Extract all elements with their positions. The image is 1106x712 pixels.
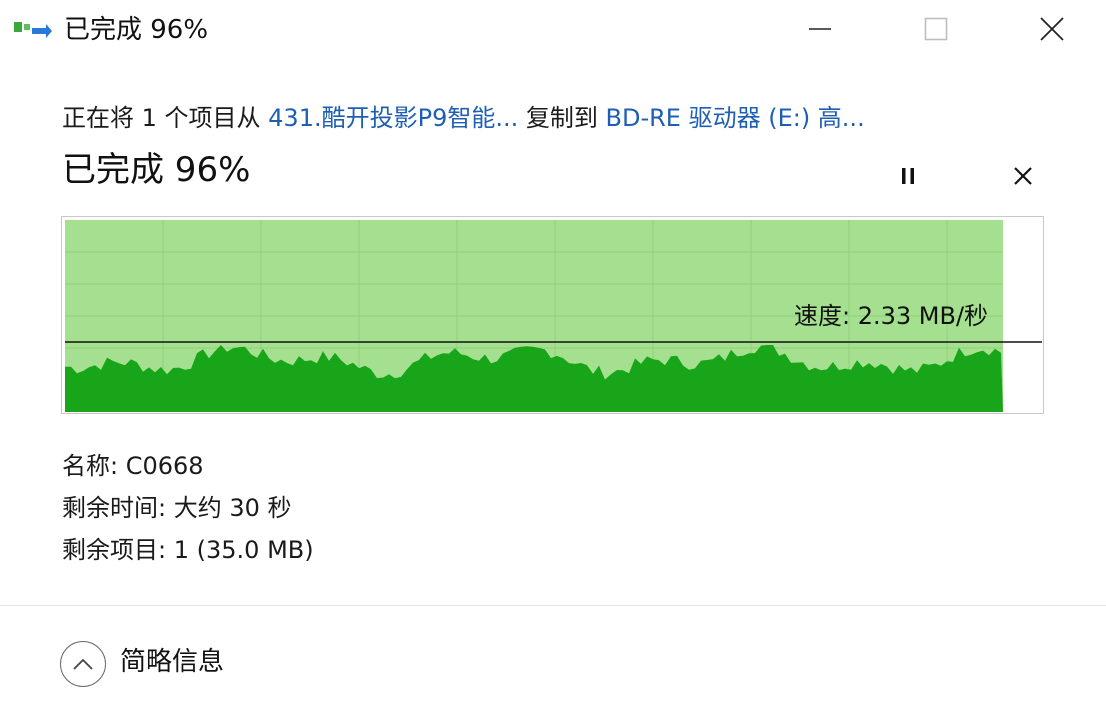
cancel-button[interactable] xyxy=(1005,158,1041,194)
speed-label: 速度: 2.33 MB/秒 xyxy=(794,302,989,330)
file-copy-icon xyxy=(14,22,52,38)
destination-link[interactable]: BD-RE 驱动器 (E:) 高... xyxy=(606,104,865,132)
window-title: 已完成 96% xyxy=(64,15,209,45)
collapse-details-button[interactable] xyxy=(60,641,106,687)
items-remaining-row: 剩余项目: 1 (35.0 MB) xyxy=(62,530,314,570)
minimize-icon xyxy=(809,28,831,30)
time-remaining-row: 剩余时间: 大约 30 秒 xyxy=(62,488,292,528)
pause-button[interactable] xyxy=(890,158,926,194)
minimize-button[interactable] xyxy=(792,6,848,52)
time-remaining-label: 剩余时间: xyxy=(62,494,167,522)
title-bar: 已完成 96% xyxy=(0,0,1106,60)
maximize-button[interactable] xyxy=(908,6,964,52)
file-name-value: C0668 xyxy=(125,452,204,480)
source-link[interactable]: 431.酷开投影P9智能... xyxy=(268,104,518,132)
close-icon xyxy=(1040,17,1064,41)
file-name-row: 名称: C0668 xyxy=(62,446,204,486)
maximize-icon xyxy=(924,17,948,41)
items-remaining-value: 1 (35.0 MB) xyxy=(173,536,314,564)
close-button[interactable] xyxy=(1024,6,1080,52)
footer: 简略信息 xyxy=(0,606,1106,712)
copy-description: 正在将 1 个项目从 431.酷开投影P9智能... 复制到 BD-RE 驱动器… xyxy=(62,98,865,138)
time-remaining-value: 大约 30 秒 xyxy=(173,494,292,522)
chevron-up-icon xyxy=(73,658,93,670)
file-name-label: 名称: xyxy=(62,452,119,480)
items-remaining-label: 剩余项目: xyxy=(62,536,167,564)
pause-icon xyxy=(902,168,914,184)
progress-title: 已完成 96% xyxy=(62,150,251,190)
desc-middle: 复制到 xyxy=(518,104,606,132)
collapse-details-label[interactable]: 简略信息 xyxy=(120,642,224,682)
desc-prefix: 正在将 1 个项目从 xyxy=(62,104,269,132)
cancel-icon xyxy=(1014,167,1032,185)
